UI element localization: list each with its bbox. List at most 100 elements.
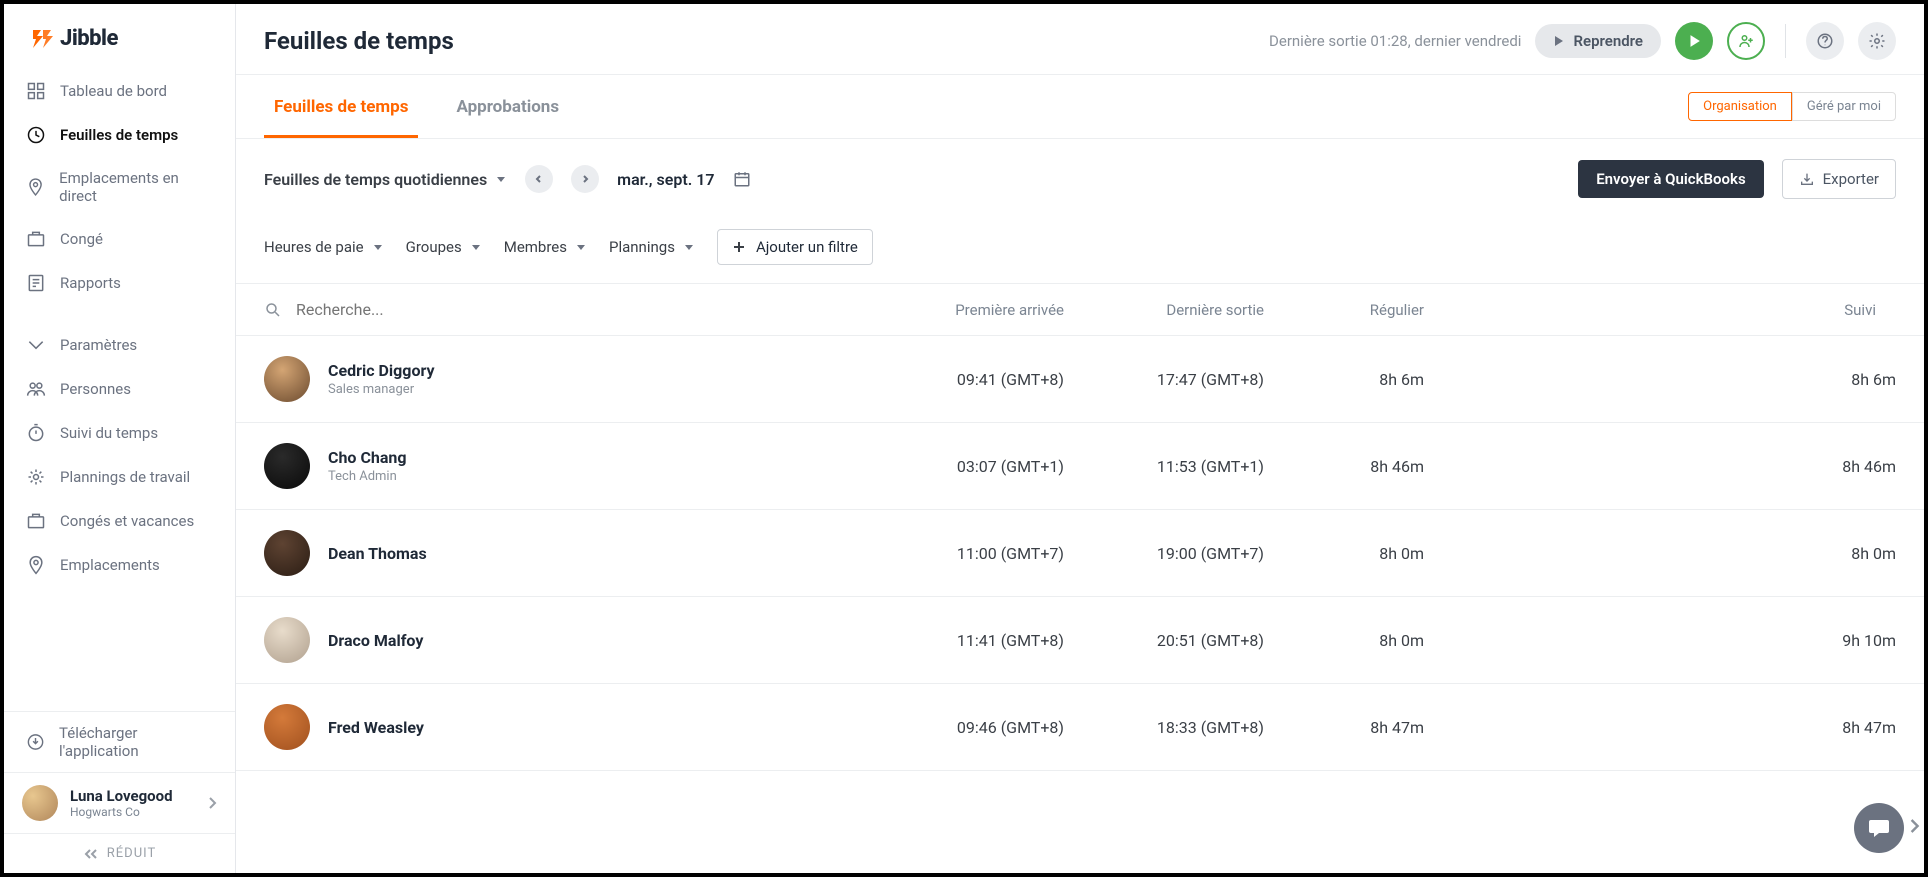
download-app[interactable]: Télécharger l'application <box>4 711 235 772</box>
filter-schedules[interactable]: Plannings <box>609 238 695 256</box>
calendar-icon[interactable] <box>733 170 751 188</box>
cell-arrive: 03:07 (GMT+1) <box>884 457 1084 476</box>
chevron-down-icon <box>575 241 587 253</box>
logo[interactable]: Jibble <box>4 4 235 61</box>
filters-row: Heures de paie Groupes Membres Plannings… <box>236 219 1924 284</box>
location-icon <box>26 555 46 575</box>
user-org: Hogwarts Co <box>70 805 195 819</box>
sidebar-item-label: Personnes <box>60 380 131 398</box>
period-dropdown[interactable]: Feuilles de temps quotidiennes <box>264 170 507 189</box>
sidebar-item-settings[interactable]: Paramètres <box>4 323 235 367</box>
collapse-label: RÉDUIT <box>107 846 156 861</box>
cell-exit: 20:51 (GMT+8) <box>1084 631 1284 650</box>
sidebar-item-people[interactable]: Personnes <box>4 367 235 411</box>
sidebar-item-leave[interactable]: Congé <box>4 217 235 261</box>
sidebar: Jibble Tableau de bord Feuilles de temps… <box>4 4 236 873</box>
sidebar-item-label: Paramètres <box>60 336 137 354</box>
table-header: Première arrivée Dernière sortie Régulie… <box>236 284 1924 336</box>
nav: Tableau de bord Feuilles de temps Emplac… <box>4 61 235 711</box>
settings-button[interactable] <box>1858 22 1896 60</box>
prev-day-button[interactable] <box>525 165 553 193</box>
table-row[interactable]: Fred Weasley 09:46 (GMT+8) 18:33 (GMT+8)… <box>236 684 1924 771</box>
cell-tracked: 8h 6m <box>1444 370 1896 389</box>
sidebar-item-live-locations[interactable]: Emplacements en direct <box>4 157 235 217</box>
cell-regular: 8h 46m <box>1284 457 1444 476</box>
sidebar-item-label: Suivi du temps <box>60 424 158 442</box>
controls-row: Feuilles de temps quotidiennes mar., sep… <box>236 139 1924 219</box>
search-icon <box>264 301 282 319</box>
export-button[interactable]: Exporter <box>1782 159 1896 199</box>
tab-approvals[interactable]: Approbations <box>446 75 569 138</box>
export-icon <box>1799 171 1815 187</box>
tabs-row: Feuilles de temps Approbations Organisat… <box>236 75 1924 139</box>
logo-text: Jibble <box>60 26 118 51</box>
filter-pay-hours[interactable]: Heures de paie <box>264 238 384 256</box>
jibble-logo-icon <box>30 27 54 51</box>
play-button[interactable] <box>1675 22 1713 60</box>
filter-groups[interactable]: Groupes <box>406 238 482 256</box>
sidebar-item-label: Emplacements <box>60 556 160 574</box>
scope-toggle: Organisation Géré par moi <box>1688 92 1896 121</box>
avatar <box>264 356 310 402</box>
table-row[interactable]: Dean Thomas 11:00 (GMT+7) 19:00 (GMT+7) … <box>236 510 1924 597</box>
cell-tracked: 9h 10m <box>1444 631 1896 650</box>
download-icon <box>26 732 45 752</box>
last-exit-text: Dernière sortie 01:28, dernier vendredi <box>1269 32 1521 50</box>
chat-button[interactable] <box>1854 803 1904 853</box>
user-avatar <box>22 785 58 821</box>
table-row[interactable]: Cedric Diggory Sales manager 09:41 (GMT+… <box>236 336 1924 423</box>
sidebar-item-label: Emplacements en direct <box>59 169 213 205</box>
cell-exit: 11:53 (GMT+1) <box>1084 457 1284 476</box>
sidebar-item-schedules[interactable]: Plannings de travail <box>4 455 235 499</box>
main: Feuilles de temps Dernière sortie 01:28,… <box>236 4 1924 873</box>
col-first-arrival: Première arrivée <box>884 301 1084 319</box>
sidebar-item-reports[interactable]: Rapports <box>4 261 235 305</box>
user-name: Luna Lovegood <box>70 787 195 805</box>
cell-regular: 8h 0m <box>1284 544 1444 563</box>
sidebar-item-label: Congés et vacances <box>60 512 194 530</box>
chevron-right-icon <box>580 174 590 184</box>
resume-button[interactable]: Reprendre <box>1535 24 1661 58</box>
send-quickbooks-button[interactable]: Envoyer à QuickBooks <box>1578 160 1763 198</box>
schedule-icon <box>26 467 46 487</box>
sidebar-item-locations[interactable]: Emplacements <box>4 543 235 587</box>
user-block[interactable]: Luna Lovegood Hogwarts Co <box>4 772 235 833</box>
location-icon <box>26 177 45 197</box>
briefcase-icon <box>26 511 46 531</box>
table-row[interactable]: Draco Malfoy 11:41 (GMT+8) 20:51 (GMT+8)… <box>236 597 1924 684</box>
chevron-right-icon <box>207 796 217 810</box>
person-role: Tech Admin <box>328 469 884 484</box>
stopwatch-icon <box>26 423 46 443</box>
search-input[interactable] <box>296 300 596 319</box>
help-button[interactable] <box>1806 22 1844 60</box>
table: Première arrivée Dernière sortie Régulie… <box>236 284 1924 873</box>
sidebar-item-timesheets[interactable]: Feuilles de temps <box>4 113 235 157</box>
chevron-left-icon <box>534 174 544 184</box>
cell-arrive: 09:41 (GMT+8) <box>884 370 1084 389</box>
scope-organisation[interactable]: Organisation <box>1688 92 1792 121</box>
page-title: Feuilles de temps <box>264 27 454 55</box>
chat-icon <box>1867 816 1891 840</box>
row-next-button[interactable] <box>1908 817 1920 839</box>
chevron-down-icon <box>470 241 482 253</box>
sidebar-item-label: Rapports <box>60 274 121 292</box>
sidebar-item-holidays[interactable]: Congés et vacances <box>4 499 235 543</box>
add-filter-button[interactable]: Ajouter un filtre <box>717 229 873 265</box>
chevron-down-icon <box>683 241 695 253</box>
sidebar-item-dashboard[interactable]: Tableau de bord <box>4 69 235 113</box>
sidebar-item-time-tracking[interactable]: Suivi du temps <box>4 411 235 455</box>
profile-button[interactable] <box>1727 22 1765 60</box>
scope-managed-by-me[interactable]: Géré par moi <box>1792 92 1896 121</box>
tab-timesheets[interactable]: Feuilles de temps <box>264 75 418 138</box>
avatar <box>264 443 310 489</box>
cell-regular: 8h 47m <box>1284 718 1444 737</box>
person-name: Cedric Diggory <box>328 361 884 380</box>
next-day-button[interactable] <box>571 165 599 193</box>
collapse-button[interactable]: RÉDUIT <box>4 833 235 873</box>
filter-members[interactable]: Membres <box>504 238 587 256</box>
resume-label: Reprendre <box>1573 32 1643 50</box>
table-row[interactable]: Cho Chang Tech Admin 03:07 (GMT+1) 11:53… <box>236 423 1924 510</box>
profile-plus-icon <box>1737 32 1755 50</box>
chevron-down-icon <box>372 241 384 253</box>
person-name: Draco Malfoy <box>328 631 884 650</box>
